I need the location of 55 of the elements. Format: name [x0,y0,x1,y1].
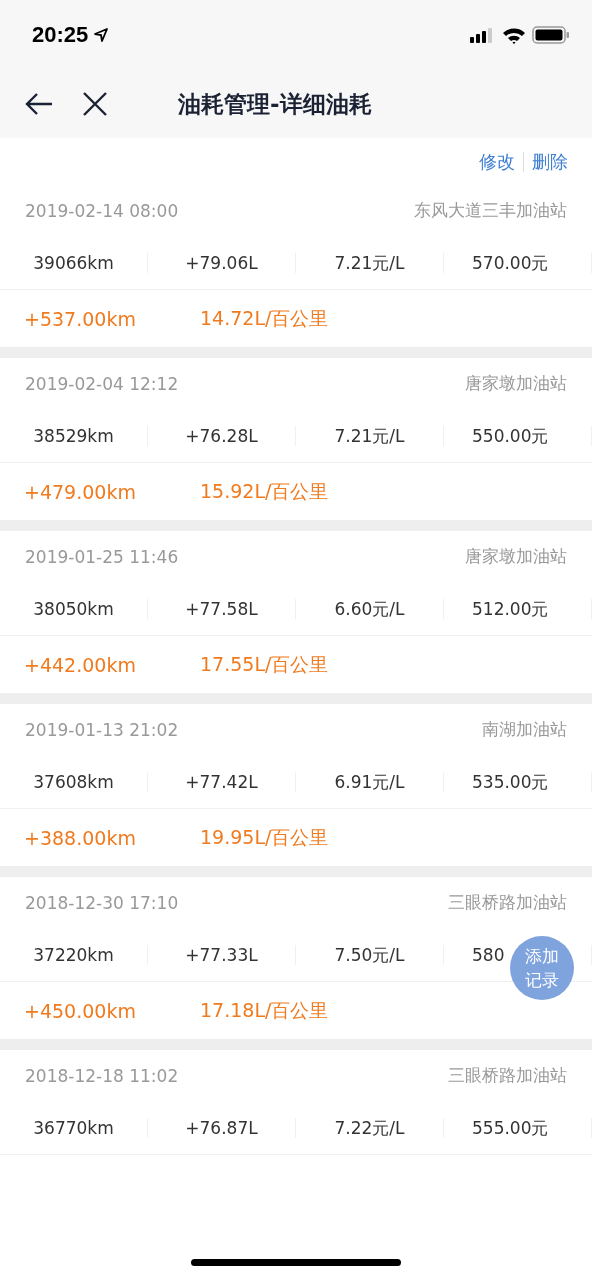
fuel-price: 7.21元/L [296,425,444,446]
add-record-button[interactable]: 添加 记录 [510,936,574,1000]
distance-value: +537.00km [24,307,137,330]
close-button[interactable] [82,91,108,117]
consumption-value: 15.92L/百公里 [200,478,329,504]
record-datetime: 2018-12-30 17:10 [25,892,179,913]
odometer-value: 36770km [0,1117,148,1138]
battery-icon [532,26,570,44]
action-link[interactable]: 修改 [479,149,515,174]
fuel-price: 7.21元/L [296,252,444,273]
station-name: 三眼桥路加油站 [448,891,567,914]
station-name: 三眼桥路加油站 [448,1064,567,1087]
wifi-icon [502,26,526,44]
station-name: 唐家墩加油站 [465,545,567,568]
fuel-price: 6.91元/L [296,771,444,792]
location-icon [94,28,109,42]
consumption-value: 19.95L/百公里 [200,824,329,850]
consumption-value: 17.18L/百公里 [200,997,329,1023]
distance-value: +450.00km [24,999,137,1022]
fuel-cost: 550.00元 [444,425,592,446]
record-datetime: 2019-01-13 21:02 [25,719,179,740]
fuel-cost: 512.00元 [444,598,592,619]
fuel-volume: +79.06L [148,252,296,273]
consumption-value: 17.55L/百公里 [200,651,329,677]
page-title: 油耗管理-详细油耗 [178,89,372,119]
distance-value: +479.00km [24,480,137,503]
odometer-value: 39066km [0,252,148,273]
fuel-volume: +76.87L [148,1117,296,1138]
fuel-volume: +77.33L [148,944,296,965]
fuel-price: 6.60元/L [296,598,444,619]
odometer-value: 38050km [0,598,148,619]
distance-value: +442.00km [24,653,137,676]
back-button[interactable] [24,92,54,116]
consumption-value: 14.72L/百公里 [200,305,329,331]
fuel-cost: 555.00元 [444,1117,592,1138]
fuel-volume: +77.58L [148,598,296,619]
station-name: 唐家墩加油站 [465,372,567,395]
record-datetime: 2018-12-18 11:02 [25,1065,179,1086]
record-datetime: 2019-01-25 11:46 [25,546,179,567]
station-name: 南湖加油站 [482,718,567,741]
distance-value: +388.00km [24,826,137,849]
fuel-price: 7.50元/L [296,944,444,965]
fuel-volume: +76.28L [148,425,296,446]
record-datetime: 2019-02-14 08:00 [25,200,179,221]
fuel-cost: 535.00元 [444,771,592,792]
status-time: 20:25 [32,22,89,48]
record-datetime: 2019-02-04 12:12 [25,373,179,394]
station-name: 东风大道三丰加油站 [414,199,567,222]
fuel-volume: +77.42L [148,771,296,792]
fuel-price: 7.22元/L [296,1117,444,1138]
odometer-value: 37220km [0,944,148,965]
odometer-value: 38529km [0,425,148,446]
action-link[interactable]: 删除 [532,149,568,174]
fuel-cost: 570.00元 [444,252,592,273]
odometer-value: 37608km [0,771,148,792]
